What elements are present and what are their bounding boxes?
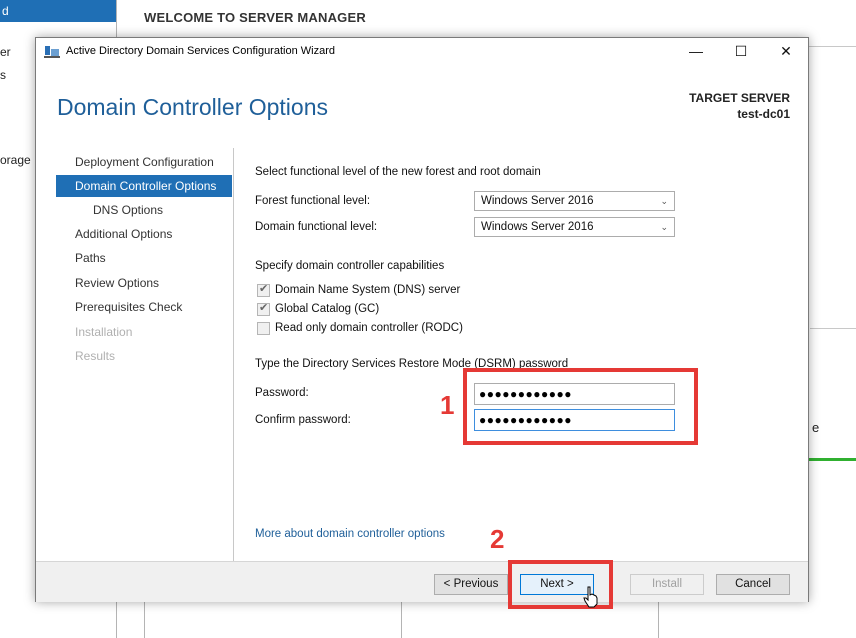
hand-cursor-icon	[583, 586, 598, 608]
bg-divider	[808, 46, 856, 47]
target-server-value: test-dc01	[737, 107, 790, 121]
minimize-button[interactable]: —	[674, 38, 718, 65]
functional-level-heading: Select functional level of the new fores…	[255, 166, 541, 178]
chevron-down-icon: ⌄	[660, 222, 668, 232]
bg-panel-text: e	[812, 420, 820, 435]
install-button: Install	[630, 574, 704, 595]
sidebar-item-local-server[interactable]: er	[0, 45, 11, 59]
nav-item-prerequisites-check[interactable]: Prerequisites Check	[56, 296, 232, 318]
title-bar[interactable]: Active Directory Domain Services Configu…	[36, 38, 808, 65]
dns-server-label: Domain Name System (DNS) server	[275, 284, 461, 296]
domain-level-select[interactable]: Windows Server 2016 ⌄	[474, 217, 675, 237]
checkmark-icon: ✔	[259, 302, 269, 314]
target-server-label: TARGET SERVER	[689, 91, 790, 105]
domain-level-label: Domain functional level:	[255, 221, 378, 233]
annotation-number-2: 2	[490, 524, 505, 554]
checkmark-icon: ✔	[259, 283, 269, 295]
forest-level-label: Forest functional level:	[255, 195, 371, 207]
bg-status-bar	[808, 458, 856, 461]
nav-item-additional-options[interactable]: Additional Options	[56, 223, 232, 245]
global-catalog-checkbox[interactable]: ✔	[257, 302, 270, 316]
nav-item-installation: Installation	[75, 325, 133, 339]
maximize-button[interactable]: ☐	[719, 38, 763, 65]
nav-item-paths[interactable]: Paths	[56, 247, 232, 269]
sidebar-item-dashboard[interactable]: d	[0, 0, 116, 22]
ad-wizard-icon	[44, 46, 60, 58]
nav-item-deployment-configuration[interactable]: Deployment Configuration	[56, 151, 232, 173]
sidebar-item-all-servers[interactable]: s	[0, 68, 6, 82]
server-manager-welcome-title: WELCOME TO SERVER MANAGER	[144, 10, 366, 25]
previous-button[interactable]: < Previous	[434, 574, 508, 595]
capabilities-heading: Specify domain controller capabilities	[255, 260, 445, 272]
forest-level-select[interactable]: Windows Server 2016 ⌄	[474, 191, 675, 211]
rodc-checkbox[interactable]	[257, 322, 270, 335]
sidebar-item-storage[interactable]: orage	[0, 153, 31, 167]
rodc-label: Read only domain controller (RODC)	[275, 322, 463, 334]
page-title: Domain Controller Options	[57, 94, 329, 120]
dns-server-checkbox[interactable]: ✔	[257, 283, 270, 297]
nav-item-dns-options[interactable]: DNS Options	[56, 199, 232, 221]
nav-item-results: Results	[75, 349, 116, 363]
nav-item-domain-controller-options[interactable]: Domain Controller Options	[56, 175, 232, 197]
nav-item-review-options[interactable]: Review Options	[56, 272, 232, 294]
chevron-down-icon: ⌄	[660, 196, 668, 206]
wizard-footer: < Previous Next > Install Cancel	[36, 561, 808, 602]
confirm-password-label: Confirm password:	[255, 414, 351, 426]
annotation-box-password	[463, 368, 698, 445]
annotation-number-1: 1	[440, 390, 455, 420]
window-title: Active Directory Domain Services Configu…	[66, 45, 335, 57]
global-catalog-label: Global Catalog (GC)	[275, 303, 380, 315]
nav-divider	[233, 148, 234, 562]
wizard-window: Active Directory Domain Services Configu…	[35, 37, 809, 602]
bg-divider	[401, 602, 402, 638]
cancel-button[interactable]: Cancel	[716, 574, 790, 595]
close-button[interactable]: ✕	[764, 38, 808, 65]
more-about-link[interactable]: More about domain controller options	[255, 528, 445, 540]
bg-divider	[144, 602, 145, 638]
password-label: Password:	[255, 387, 309, 399]
bg-divider	[658, 602, 659, 638]
